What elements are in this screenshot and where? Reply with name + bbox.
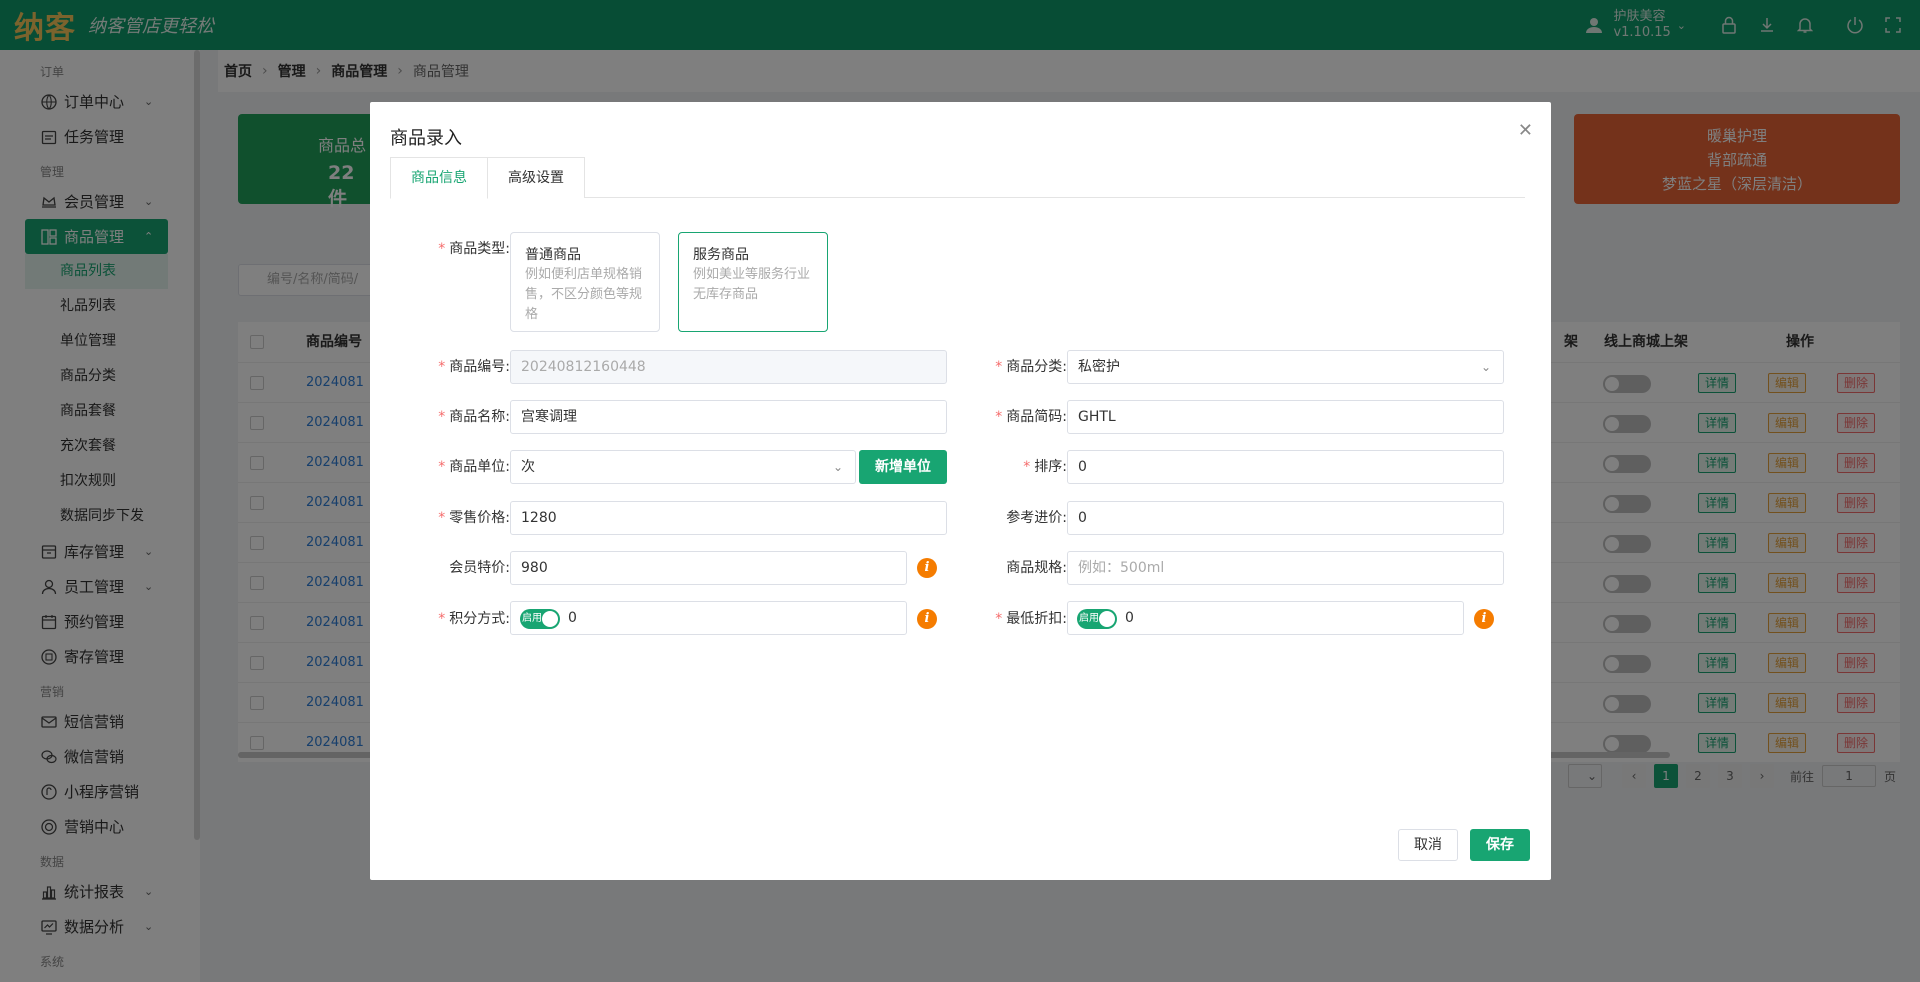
name-input[interactable]: 宫寒调理 (510, 400, 947, 434)
retail-price-input[interactable]: 1280 (510, 501, 947, 535)
dialog-title: 商品录入 (390, 128, 462, 149)
spec-input[interactable]: 例如：500ml (1067, 551, 1504, 585)
code-input[interactable]: 20240812160448 (510, 350, 947, 384)
type-option-service[interactable]: 服务商品 例如美业等服务行业无库存商品 (678, 232, 828, 332)
save-button[interactable]: 保存 (1470, 829, 1530, 861)
chevron-down-icon: ⌄ (832, 460, 843, 474)
short-code-label: * 商品简码: (995, 409, 1067, 425)
info-icon[interactable]: i (917, 609, 937, 629)
unit-select[interactable]: 次 ⌄ (510, 450, 856, 484)
info-icon[interactable]: i (917, 558, 937, 578)
type-label: * 商品类型: (438, 241, 510, 257)
close-icon[interactable]: ✕ (1518, 120, 1533, 141)
chevron-down-icon: ⌄ (1480, 360, 1491, 374)
goods-entry-dialog: 商品录入 ✕ 商品信息 高级设置 * 商品类型: 普通商品 例如便利店单规格销售，… (370, 102, 1551, 880)
sort-label: * 排序: (1023, 459, 1067, 475)
retail-price-label: * 零售价格: (438, 510, 510, 526)
name-label: * 商品名称: (438, 409, 510, 425)
points-toggle[interactable]: 启用 (520, 609, 560, 629)
ref-price-label: 参考进价: (1006, 510, 1067, 526)
spec-label: 商品规格: (1006, 560, 1067, 576)
unit-label: * 商品单位: (438, 459, 510, 475)
cancel-button[interactable]: 取消 (1398, 829, 1458, 861)
min-discount-input[interactable]: 0 (1125, 610, 1134, 626)
member-price-label: 会员特价: (449, 560, 510, 576)
category-select[interactable]: 私密护 ⌄ (1067, 350, 1504, 384)
dialog-tabs: 商品信息 高级设置 (390, 157, 1525, 199)
info-icon[interactable]: i (1474, 609, 1494, 629)
category-label: * 商品分类: (995, 359, 1067, 375)
code-label: * 商品编号: (438, 359, 510, 375)
points-input[interactable]: 0 (568, 610, 577, 626)
sort-input[interactable]: 0 (1067, 450, 1504, 484)
member-price-input[interactable]: 980 (510, 551, 907, 585)
points-label: * 积分方式: (438, 611, 510, 627)
tab-goods-info[interactable]: 商品信息 (390, 157, 488, 199)
min-discount-toggle[interactable]: 启用 (1077, 609, 1117, 629)
min-discount-label: * 最低折扣: (995, 611, 1067, 627)
short-code-input[interactable]: GHTL (1067, 400, 1504, 434)
ref-price-input[interactable]: 0 (1067, 501, 1504, 535)
type-option-normal[interactable]: 普通商品 例如便利店单规格销售，不区分颜色等规格 (510, 232, 660, 332)
tab-advanced-settings[interactable]: 高级设置 (487, 157, 585, 198)
add-unit-button[interactable]: 新增单位 (859, 450, 947, 484)
